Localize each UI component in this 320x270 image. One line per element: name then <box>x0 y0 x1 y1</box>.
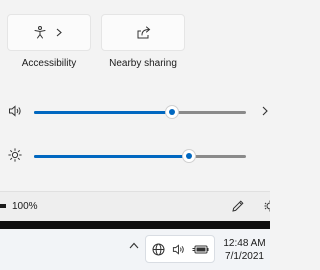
audio-output-chevron-icon[interactable] <box>262 106 268 116</box>
volume-slider-thumb[interactable] <box>164 105 179 119</box>
battery-percent: 100% <box>12 201 38 212</box>
brightness-slider-fill <box>34 155 189 158</box>
brightness-slider-row <box>0 146 270 166</box>
brightness-slider[interactable] <box>34 149 246 163</box>
volume-slider[interactable] <box>34 105 246 119</box>
system-tray-group[interactable] <box>145 235 215 263</box>
taskbar: 12:48 AM 7/1/2021 <box>0 229 270 270</box>
nearby-sharing-tile[interactable] <box>101 14 185 51</box>
battery-plug-icon <box>192 245 209 254</box>
accessibility-icon <box>34 26 46 39</box>
pencil-icon[interactable] <box>231 199 245 213</box>
share-icon <box>137 26 151 39</box>
accessibility-label: Accessibility <box>21 58 77 69</box>
nearby-sharing-label: Nearby sharing <box>109 58 177 69</box>
quick-settings-footer: 100% <box>0 191 270 222</box>
chevron-right-icon[interactable] <box>56 28 62 37</box>
brightness-icon <box>8 148 22 162</box>
brightness-slider-thumb[interactable] <box>181 149 196 163</box>
speaker-icon[interactable] <box>8 104 22 118</box>
clock-date: 7/1/2021 <box>225 251 264 262</box>
volume-slider-row <box>0 102 270 122</box>
globe-icon <box>152 243 165 256</box>
speaker-icon <box>172 244 184 255</box>
clock-time: 12:48 AM <box>223 238 266 249</box>
battery-icon <box>0 204 6 208</box>
clock[interactable]: 12:48 AM 7/1/2021 <box>219 237 270 263</box>
panel-divider <box>0 221 270 229</box>
accessibility-tile[interactable] <box>7 14 91 51</box>
quick-settings-panel: Accessibility Nearby sharing <box>0 0 270 191</box>
volume-slider-fill <box>34 111 172 114</box>
gear-icon[interactable] <box>263 199 270 213</box>
chevron-up-icon[interactable] <box>129 242 139 249</box>
